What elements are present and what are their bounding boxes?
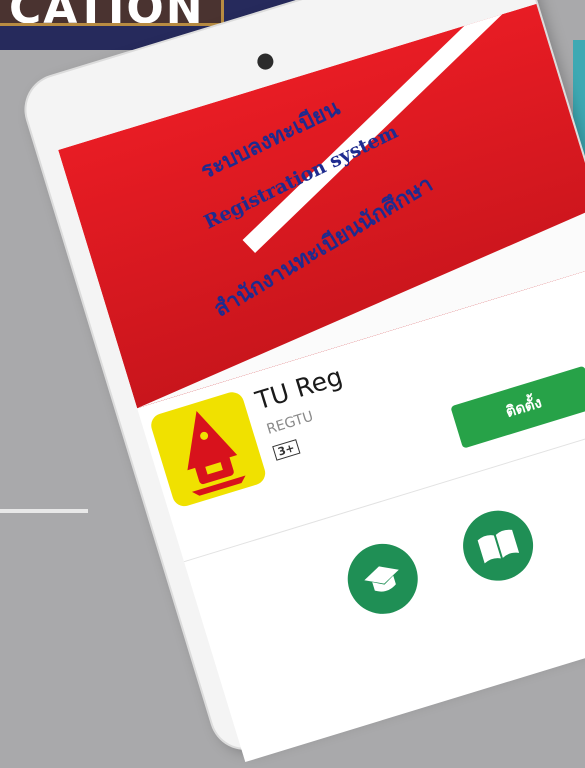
- camera-icon: [255, 51, 276, 72]
- decorative-line: [0, 509, 88, 513]
- app-developer[interactable]: REGTU: [265, 409, 315, 438]
- tablet-screen: ระบบลงทะเบียน Registration system สำนักง…: [58, 3, 585, 763]
- tablet-device: ระบบลงทะเบียน Registration system สำนักง…: [18, 0, 585, 763]
- tu-emblem-icon[interactable]: [148, 389, 269, 510]
- banner-title: CATION: [0, 0, 224, 26]
- content-rating-badge: 3+: [272, 439, 301, 461]
- book-icon[interactable]: [454, 501, 542, 590]
- hero-banner: ระบบลงทะเบียน Registration system สำนักง…: [58, 3, 585, 409]
- graduation-cap-icon[interactable]: [339, 535, 427, 623]
- install-button[interactable]: ติดตั้ง: [450, 365, 585, 449]
- app-name: TU Reg: [252, 361, 346, 416]
